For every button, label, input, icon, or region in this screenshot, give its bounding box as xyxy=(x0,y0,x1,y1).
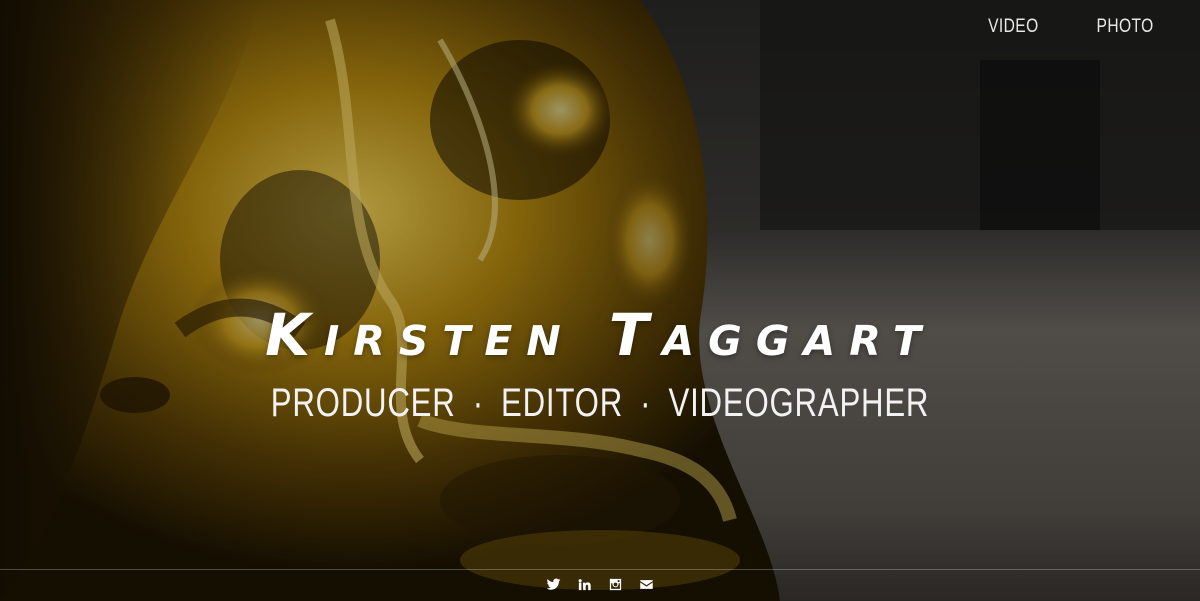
linkedin-link[interactable] xyxy=(576,576,593,593)
hero-title: Kirsten Taggart xyxy=(265,301,935,369)
subtitle-role-editor: EDITOR xyxy=(501,381,624,425)
instagram-link[interactable] xyxy=(607,576,624,593)
subtitle-separator: · xyxy=(472,381,484,425)
footer-divider xyxy=(0,569,1200,570)
email-icon xyxy=(640,580,653,589)
twitter-icon xyxy=(546,578,561,590)
email-link[interactable] xyxy=(638,576,655,593)
subtitle-role-producer: PRODUCER xyxy=(270,381,456,425)
linkedin-icon xyxy=(578,579,591,591)
subtitle-role-videographer: VIDEOGRAPHER xyxy=(668,381,930,425)
twitter-link[interactable] xyxy=(545,576,562,593)
hero-subtitle: PRODUCER · EDITOR · VIDEOGRAPHER xyxy=(132,378,1068,428)
nav-item-video[interactable]: VIDEO xyxy=(988,16,1039,38)
social-links xyxy=(0,576,1200,593)
top-navigation: VIDEO PHOTO xyxy=(977,16,1154,38)
nav-item-photo[interactable]: PHOTO xyxy=(1097,16,1154,38)
subtitle-separator: · xyxy=(640,381,652,425)
instagram-icon xyxy=(609,578,622,591)
hero-section: VIDEO PHOTO Kirsten Taggart PRODUCER · EDI… xyxy=(0,0,1200,601)
